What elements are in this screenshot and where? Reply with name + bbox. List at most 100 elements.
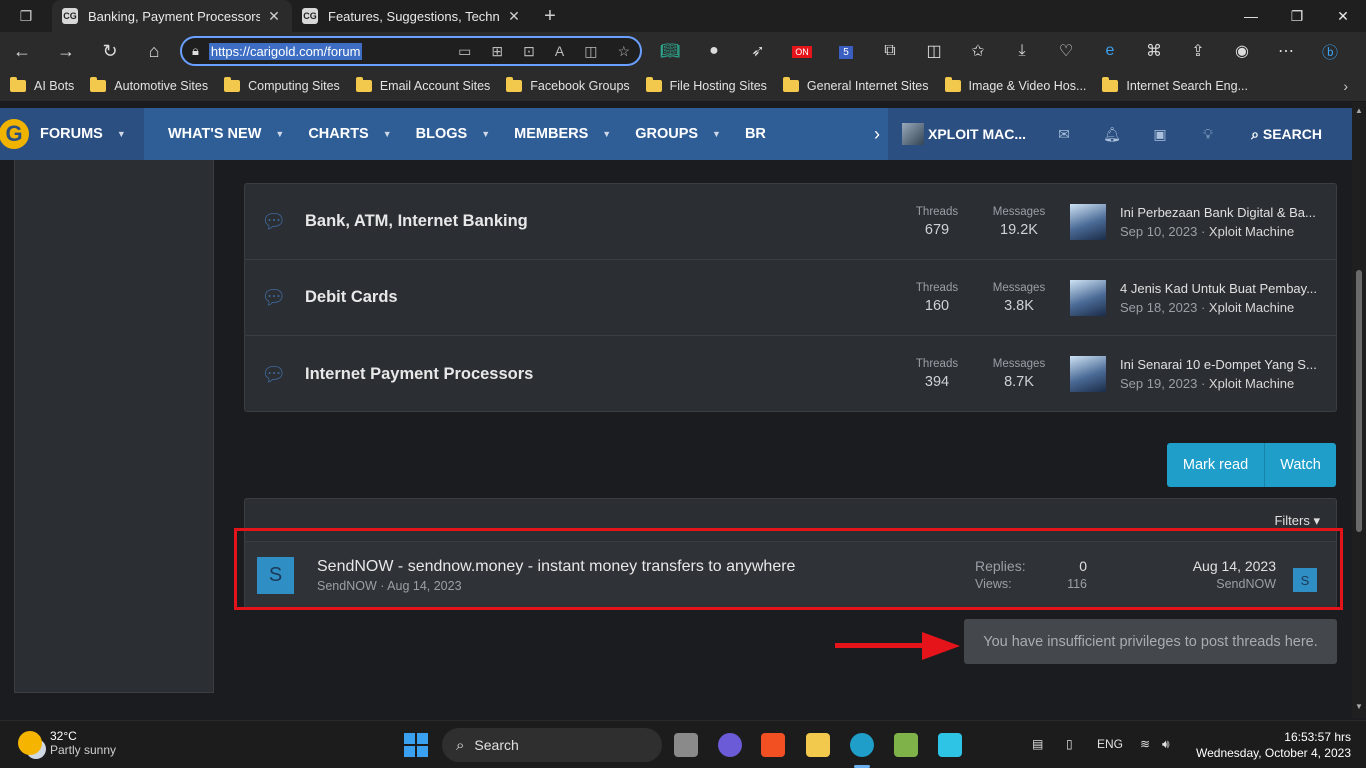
- volume-icon[interactable]: 🔊︎: [1162, 737, 1170, 752]
- bell-icon[interactable]: 🔔︎: [1088, 126, 1136, 143]
- last-post-avatar[interactable]: [1070, 356, 1106, 392]
- nav-whats-new[interactable]: WHAT'S NEW ▼: [168, 126, 284, 142]
- last-post-user[interactable]: Xploit Machine: [1209, 300, 1294, 315]
- subforum-title[interactable]: Bank, ATM, Internet Banking: [305, 212, 865, 231]
- taskbar-search[interactable]: ⌕ Search: [442, 728, 662, 762]
- workspaces-icon[interactable]: ❐: [0, 0, 52, 32]
- favorite-folder[interactable]: File Hosting Sites: [645, 76, 767, 93]
- teams-icon[interactable]: [718, 733, 742, 757]
- language-indicator[interactable]: ENG: [1097, 737, 1123, 751]
- close-tab-icon[interactable]: ✕: [506, 8, 522, 25]
- nav-groups[interactable]: GROUPS ▼: [635, 126, 721, 142]
- user-avatar[interactable]: [902, 123, 924, 145]
- last-post-avatar[interactable]: [1070, 203, 1106, 240]
- caret-down-icon[interactable]: ▼: [383, 129, 392, 139]
- lock-icon[interactable]: 🔒︎: [192, 43, 199, 59]
- edge-collections-icon[interactable]: e: [1088, 42, 1132, 60]
- favorites-icon[interactable]: ✩: [956, 41, 1000, 61]
- screenshot-icon[interactable]: ⌘: [1132, 41, 1176, 61]
- on-extension-icon[interactable]: ON: [780, 42, 824, 60]
- maximize-button[interactable]: ❐: [1274, 8, 1320, 25]
- subforum-title[interactable]: Internet Payment Processors: [305, 365, 865, 384]
- close-window-button[interactable]: ✕: [1320, 8, 1366, 25]
- tab-banking[interactable]: CG Banking, Payment Processors | Ca ✕: [52, 0, 292, 32]
- forward-button[interactable]: →: [44, 41, 88, 62]
- puzzle-extensions-icon[interactable]: ⧉: [868, 42, 912, 60]
- read-aloud-icon[interactable]: A: [555, 43, 564, 60]
- caret-down-icon[interactable]: ▼: [481, 129, 490, 139]
- downloads-icon[interactable]: ⤓: [1000, 42, 1044, 60]
- last-post-user[interactable]: Xploit Machine: [1209, 376, 1294, 391]
- nav-blogs[interactable]: BLOGS ▼: [416, 126, 490, 142]
- new-tab-button[interactable]: +: [532, 5, 568, 28]
- favorite-folder[interactable]: Email Account Sites: [355, 76, 490, 93]
- taskbar-clock[interactable]: 16:53:57 hrs Wednesday, October 4, 2023: [1196, 729, 1351, 761]
- caret-down-icon[interactable]: ▼: [117, 129, 126, 139]
- page-scrollbar[interactable]: ▲ ▼: [1352, 102, 1366, 718]
- lightbulb-icon[interactable]: 💡︎: [1184, 126, 1232, 143]
- extensions-page-icon[interactable]: ⊡: [523, 43, 535, 60]
- subforum-row[interactable]: 💬︎ Internet Payment Processors Threads 39…: [245, 336, 1336, 412]
- badge-extension-icon[interactable]: 5: [824, 42, 868, 60]
- favorite-folder[interactable]: Internet Search Eng...: [1102, 76, 1248, 93]
- more-menu-icon[interactable]: ⋯: [1264, 41, 1308, 61]
- apps-icon[interactable]: ⊞: [491, 43, 503, 60]
- nav-members[interactable]: MEMBERS ▼: [514, 126, 611, 142]
- subforum-row[interactable]: 💬︎ Debit Cards Threads 160 Messages 3.8K 4…: [245, 260, 1336, 336]
- caret-down-icon[interactable]: ▼: [275, 129, 284, 139]
- tab-features[interactable]: CG Features, Suggestions, Technical ✕: [292, 0, 532, 32]
- cursor-extension-icon[interactable]: ➶: [736, 41, 780, 61]
- envelope-icon[interactable]: ✉: [1040, 126, 1088, 143]
- address-bar[interactable]: 🔒︎ https://carigold.com/forum ▭ ⊞ ⊡ A ◫ …: [180, 36, 642, 66]
- task-view-icon[interactable]: [674, 733, 698, 757]
- last-post-date[interactable]: Sep 10, 2023: [1120, 224, 1197, 239]
- url-text[interactable]: https://carigold.com/forum: [208, 42, 363, 60]
- file-explorer-icon[interactable]: [806, 733, 830, 757]
- nav-charts[interactable]: CHARTS ▼: [308, 126, 391, 142]
- last-post-user[interactable]: Xploit Machine: [1209, 224, 1294, 239]
- split-screen-icon[interactable]: ◫: [584, 43, 597, 60]
- profile-avatar[interactable]: ◉: [1220, 41, 1264, 61]
- subforum-title[interactable]: Debit Cards: [305, 288, 865, 307]
- last-post-title[interactable]: Ini Perbezaan Bank Digital & Ba...: [1120, 205, 1325, 220]
- scroll-thumb[interactable]: [1356, 270, 1362, 532]
- last-post-date[interactable]: Sep 19, 2023: [1120, 376, 1197, 391]
- filters-dropdown[interactable]: Filters ▾: [1274, 513, 1320, 529]
- notepad-icon[interactable]: [938, 733, 962, 757]
- last-post-date[interactable]: Sep 18, 2023: [1120, 300, 1197, 315]
- split-view-icon[interactable]: ◫: [912, 41, 956, 61]
- mark-read-button[interactable]: Mark read: [1167, 443, 1265, 487]
- bing-copilot-icon[interactable]: ⓑ: [1308, 39, 1352, 63]
- last-post-title[interactable]: Ini Senarai 10 e-Dompet Yang S...: [1120, 357, 1325, 372]
- scroll-down-icon[interactable]: ▼: [1355, 702, 1363, 711]
- money-icon[interactable]: ▣: [1136, 126, 1184, 143]
- caret-down-icon[interactable]: ▼: [712, 129, 721, 139]
- watch-button[interactable]: Watch: [1265, 443, 1336, 487]
- nav-forums[interactable]: G FORUMS ▼: [0, 108, 144, 160]
- search-button[interactable]: ⌕ SEARCH: [1251, 126, 1322, 143]
- favorite-star-icon[interactable]: ☆: [617, 43, 630, 60]
- last-post-title[interactable]: 4 Jenis Kad Untuk Buat Pembay...: [1120, 281, 1325, 296]
- close-tab-icon[interactable]: ✕: [266, 8, 282, 25]
- minimize-button[interactable]: —: [1228, 8, 1274, 25]
- nav-truncated[interactable]: BR: [745, 126, 766, 142]
- favorite-folder[interactable]: AI Bots: [10, 76, 74, 93]
- favorite-folder[interactable]: Image & Video Hos...: [944, 76, 1086, 93]
- wifi-icon[interactable]: ≋: [1140, 737, 1150, 751]
- health-icon[interactable]: ♡: [1044, 41, 1088, 61]
- username-link[interactable]: XPLOIT MAC...: [928, 126, 1026, 142]
- favorite-folder[interactable]: Facebook Groups: [506, 76, 630, 93]
- favorite-folder[interactable]: Computing Sites: [224, 76, 340, 93]
- caret-down-icon[interactable]: ▼: [602, 129, 611, 139]
- cast-icon[interactable]: ▭: [458, 43, 471, 60]
- extension-icon[interactable]: ●: [692, 42, 736, 60]
- reader-extension-icon[interactable]: 📖︎: [648, 41, 692, 61]
- favorite-folder[interactable]: Automotive Sites: [90, 76, 208, 93]
- share-icon[interactable]: ⇪: [1176, 41, 1220, 61]
- refresh-button[interactable]: ↻: [88, 41, 132, 62]
- weather-widget[interactable]: 32°C Partly sunny: [18, 729, 116, 757]
- chevron-right-icon[interactable]: ›: [1343, 78, 1348, 94]
- usb-icon[interactable]: ▯: [1066, 737, 1073, 751]
- scroll-up-icon[interactable]: ▲: [1355, 106, 1363, 115]
- last-post-avatar[interactable]: [1070, 279, 1106, 316]
